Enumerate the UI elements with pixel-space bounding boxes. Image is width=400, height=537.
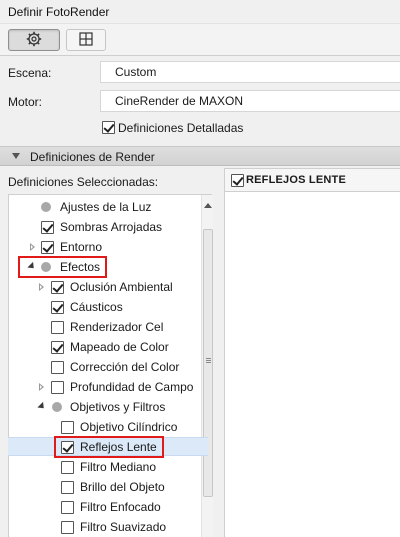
tree-item-checkbox[interactable] <box>61 481 74 494</box>
tree-item-objetivos-filtros[interactable]: Objetivos y Filtros <box>8 397 192 417</box>
tree-item-label: Filtro Mediano <box>80 460 157 474</box>
tree-item-ajustes-luz[interactable]: Ajustes de la Luz <box>8 197 192 217</box>
grip-line <box>206 362 211 363</box>
tree-item-label: Profundidad de Campo <box>70 380 194 394</box>
escena-label: Escena: <box>8 66 52 80</box>
group-dot-icon <box>41 202 51 212</box>
tree-item-label: Filtro Enfocado <box>80 500 161 514</box>
detail-title: REFLEJOS LENTE <box>246 174 346 186</box>
tree-item-causticos[interactable]: Cáusticos <box>8 297 192 317</box>
detalladas-checkbox[interactable] <box>102 121 115 134</box>
annotation-box-reflejos-lente <box>54 436 164 458</box>
annotation-box-efectos <box>18 256 107 278</box>
selected-settings-label: Definiciones Seleccionadas: <box>8 175 159 189</box>
tree-item-label: Entorno <box>60 240 103 254</box>
tree-item-checkbox[interactable] <box>61 421 74 434</box>
expand-arrow-icon[interactable] <box>30 243 35 251</box>
tree-scrollbar[interactable] <box>201 195 213 537</box>
tree-item-label: Cáusticos <box>70 300 123 314</box>
tree-item-correccion-color[interactable]: Corrección del Color <box>8 357 192 377</box>
tree-item-objetivo-cilindrico[interactable]: Objetivo Cilíndrico <box>8 417 192 437</box>
escena-field[interactable]: Custom <box>100 61 400 83</box>
layout-tab-button[interactable] <box>66 29 106 51</box>
tree-item-profundidad-campo[interactable]: Profundidad de Campo <box>8 377 194 397</box>
tree-item-checkbox[interactable] <box>51 341 64 354</box>
tree-item-label: Corrección del Color <box>70 360 180 374</box>
tree-item-label: Renderizador Cel <box>70 320 164 334</box>
detail-panel <box>224 192 400 537</box>
grid-icon <box>79 31 93 49</box>
gear-icon <box>26 31 42 50</box>
title-bar: Definir FotoRender <box>0 0 400 24</box>
tree-item-oclusion-ambiental[interactable]: Oclusión Ambiental <box>8 277 192 297</box>
tree-item-checkbox[interactable] <box>61 461 74 474</box>
toolbar <box>0 24 400 56</box>
tree-item-filtro-enfocado[interactable]: Filtro Enfocado <box>8 497 192 517</box>
tree-item-label: Objetivos y Filtros <box>70 400 166 414</box>
detalladas-label: Definiciones Detalladas <box>118 121 244 135</box>
collapse-arrow-icon[interactable] <box>37 401 47 412</box>
render-settings-section-header[interactable]: Definiciones de Render <box>0 146 400 166</box>
tree-item-checkbox[interactable] <box>51 361 64 374</box>
tree-item-checkbox[interactable] <box>61 501 74 514</box>
settings-tab-button[interactable] <box>8 29 60 51</box>
motor-label: Motor: <box>8 95 43 109</box>
tree-item-label: Sombras Arrojadas <box>60 220 163 234</box>
section-title: Definiciones de Render <box>30 150 155 164</box>
grip-line <box>206 360 211 361</box>
tree-item-label: Ajustes de la Luz <box>60 200 152 214</box>
scroll-up-icon[interactable] <box>204 203 212 208</box>
tree-item-label: Objetivo Cilíndrico <box>80 420 178 434</box>
tree-item-label: Brillo del Objeto <box>80 480 165 494</box>
detail-header: REFLEJOS LENTE <box>224 168 400 192</box>
tree-item-checkbox[interactable] <box>51 301 64 314</box>
scroll-thumb[interactable] <box>203 229 213 497</box>
tree-item-checkbox[interactable] <box>41 241 54 254</box>
tree-item-filtro-suavizado[interactable]: Filtro Suavizado <box>8 517 192 537</box>
tree-item-label: Oclusión Ambiental <box>70 280 173 294</box>
tree-item-checkbox[interactable] <box>51 381 64 394</box>
tree-item-renderizador-cel[interactable]: Renderizador Cel <box>8 317 192 337</box>
tree-item-entorno[interactable]: Entorno <box>8 237 192 257</box>
chevron-down-icon <box>12 153 20 159</box>
tree-item-label: Mapeado de Color <box>70 340 169 354</box>
tree-item-checkbox[interactable] <box>61 521 74 534</box>
tree-item-label: Filtro Suavizado <box>80 520 167 534</box>
tree-item-checkbox[interactable] <box>41 221 54 234</box>
expand-arrow-icon[interactable] <box>39 283 44 291</box>
tree-item-checkbox[interactable] <box>51 281 64 294</box>
detail-checkbox[interactable] <box>231 174 244 187</box>
tree-item-brillo-objeto[interactable]: Brillo del Objeto <box>8 477 192 497</box>
tree-item-sombras-arrojadas[interactable]: Sombras Arrojadas <box>8 217 192 237</box>
tree-item-mapeado-color[interactable]: Mapeado de Color <box>8 337 192 357</box>
group-dot-icon <box>52 402 62 412</box>
tree-item-checkbox[interactable] <box>51 321 64 334</box>
tree-item-filtro-mediano[interactable]: Filtro Mediano <box>8 457 192 477</box>
grip-line <box>206 358 211 359</box>
expand-arrow-icon[interactable] <box>39 383 44 391</box>
window-title: Definir FotoRender <box>8 5 110 19</box>
motor-field[interactable]: CineRender de MAXON <box>100 90 400 112</box>
